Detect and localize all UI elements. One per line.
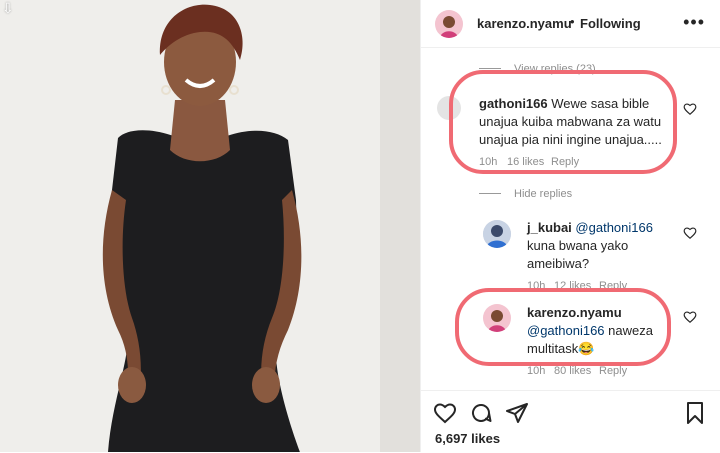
comment-body: j_kubai @gathoni166 kuna bwana yako amei… [527,219,677,273]
likes-count[interactable]: 6,697 likes [435,431,500,446]
heart-icon[interactable] [683,226,697,240]
comments-panel: karenzo.nyamu • Following ••• View repli… [420,0,720,452]
comment-time: 10h [527,365,546,377]
avatar[interactable] [483,220,511,248]
comment-username[interactable]: j_kubai [527,220,572,235]
divider [479,193,501,194]
username-link[interactable]: karenzo.nyamu [477,16,572,31]
avatar[interactable] [435,10,463,38]
heart-icon[interactable] [683,102,697,116]
following-button[interactable]: Following [580,16,641,31]
comment-icon[interactable] [469,401,493,425]
comment-likes[interactable]: 80 likes [554,365,591,377]
woman-in-black-dress-image [0,0,420,452]
download-icon[interactable]: ⇩ [2,0,14,17]
divider [479,68,501,69]
action-bar: 6,697 likes [421,390,720,453]
mention-link[interactable]: @gathoni166 [575,220,653,235]
heart-icon[interactable] [683,310,697,324]
heart-icon[interactable] [433,401,457,425]
annotation-circle [455,288,671,366]
reply-button[interactable]: Reply [599,365,627,377]
separator-dot: • [570,14,575,29]
comment-text: kuna bwana yako ameibiwa? [527,238,629,271]
bookmark-icon[interactable] [683,401,707,425]
hide-replies-button[interactable]: Hide replies [514,188,572,200]
share-icon[interactable] [505,401,529,425]
post-header: karenzo.nyamu • Following ••• [421,0,720,48]
annotation-circle [449,70,677,174]
more-icon[interactable]: ••• [683,12,705,33]
post-photo[interactable]: ⇩ [0,0,420,452]
